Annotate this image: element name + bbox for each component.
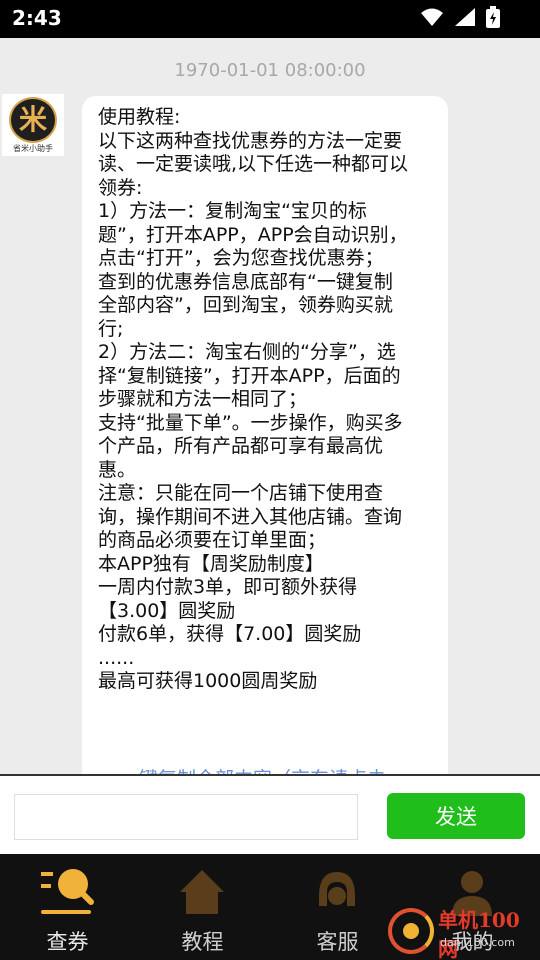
message-line: 付款6单，获得【7.00】圆奖励 bbox=[98, 623, 362, 645]
message-line: 惠。 bbox=[98, 458, 137, 481]
bot-avatar[interactable]: 米 省米小助手 bbox=[2, 94, 64, 156]
watermark-title: 单机100网 bbox=[438, 908, 520, 960]
signal-icon bbox=[455, 8, 475, 26]
message-bubble[interactable]: 使用教程: 以下这两种查找优惠券的方法一定要 读、一定要读哦,以下任选一种都可以 领券… bbox=[82, 96, 448, 774]
tab-coupon-search[interactable]: 查券 bbox=[0, 854, 135, 960]
message-line: 个产品，所有产品都可享有最高优 bbox=[98, 435, 384, 457]
message-line: 一周内付款3单，即可额外获得 bbox=[98, 576, 358, 598]
message-line: 行; bbox=[98, 317, 124, 340]
tab-customer-service[interactable]: 客服 bbox=[270, 854, 405, 960]
avatar-caption: 省米小助手 bbox=[13, 144, 53, 153]
watermark-url: danji100.com bbox=[440, 936, 515, 949]
tab-label: 教程 bbox=[181, 930, 224, 954]
input-bar: 发送 bbox=[0, 774, 540, 854]
wifi-icon bbox=[421, 8, 443, 26]
battery-charging-icon bbox=[486, 6, 500, 28]
status-time: 2:43 bbox=[12, 6, 62, 30]
message-line: 支持“批量下单”。一步操作，购买多 bbox=[98, 411, 403, 434]
message-line: 2）方法二：淘宝右侧的“分享”，选 bbox=[98, 341, 396, 363]
message-line: 读、一定要读哦,以下任选一种都可以 bbox=[98, 153, 409, 175]
bottom-tab-bar: 查券 教程 客服 我的 单机100网 danji100.com bbox=[0, 854, 540, 960]
message-timestamp: 1970-01-01 08:00:00 bbox=[174, 60, 366, 81]
chat-area[interactable]: 1970-01-01 08:00:00 米 省米小助手 使用教程: 以下这两种查找… bbox=[0, 38, 540, 774]
message-line: 使用教程: bbox=[98, 106, 181, 128]
send-button[interactable]: 发送 bbox=[387, 793, 525, 839]
message-line: 择“复制链接”，打开本APP，后面的 bbox=[98, 364, 401, 387]
message-line: 步骤就和方法一相同了； bbox=[98, 388, 308, 410]
copy-all-link[interactable]: 一键复制全部内容（京东请点击 bbox=[120, 764, 386, 774]
message-line: 本APP独有【周奖励制度】 bbox=[98, 552, 324, 575]
message-text: 使用教程: 以下这两种查找优惠券的方法一定要 读、一定要读哦,以下任选一种都可以 领券… bbox=[98, 106, 438, 694]
message-line: ...... bbox=[98, 646, 135, 669]
avatar-glyph: 米 bbox=[18, 103, 47, 136]
message-line: 以下这两种查找优惠券的方法一定要 bbox=[98, 129, 403, 152]
message-line: 领券: bbox=[98, 176, 143, 199]
status-icons bbox=[420, 6, 500, 28]
message-line: 最高可获得1000圆周奖励 bbox=[98, 670, 318, 692]
avatar-logo-icon: 米 bbox=[9, 97, 57, 143]
watermark-dot-icon bbox=[403, 923, 419, 939]
message-line: 注意：只能在同一个店铺下使用查 bbox=[98, 482, 384, 504]
message-line: 的商品必须要在订单里面； bbox=[98, 529, 327, 551]
message-line: 题”，打开本APP，APP会自动识别， bbox=[98, 223, 408, 246]
house-icon bbox=[180, 870, 224, 914]
status-bar: 2:43 bbox=[0, 0, 540, 38]
message-line: 点击“打开”，会为您查找优惠券； bbox=[98, 247, 384, 269]
message-line: 全部内容”，回到淘宝，领券购买就 bbox=[98, 294, 393, 316]
message-line: 【3.00】圆奖励 bbox=[98, 599, 236, 622]
message-line: 1）方法一：复制淘宝“宝贝的标 bbox=[98, 200, 367, 222]
tab-tutorial[interactable]: 教程 bbox=[135, 854, 270, 960]
tab-label: 客服 bbox=[316, 930, 359, 954]
search-list-icon bbox=[41, 869, 94, 914]
headset-icon bbox=[319, 872, 355, 906]
message-line: 查到的优惠券信息底部有“一键复制 bbox=[98, 270, 393, 293]
watermark-logo: 单机100网 danji100.com bbox=[386, 900, 536, 960]
message-line: 询，操作期间不进入其他店铺。查询 bbox=[98, 505, 403, 528]
message-input[interactable] bbox=[14, 794, 358, 840]
tab-label: 查券 bbox=[46, 930, 89, 954]
